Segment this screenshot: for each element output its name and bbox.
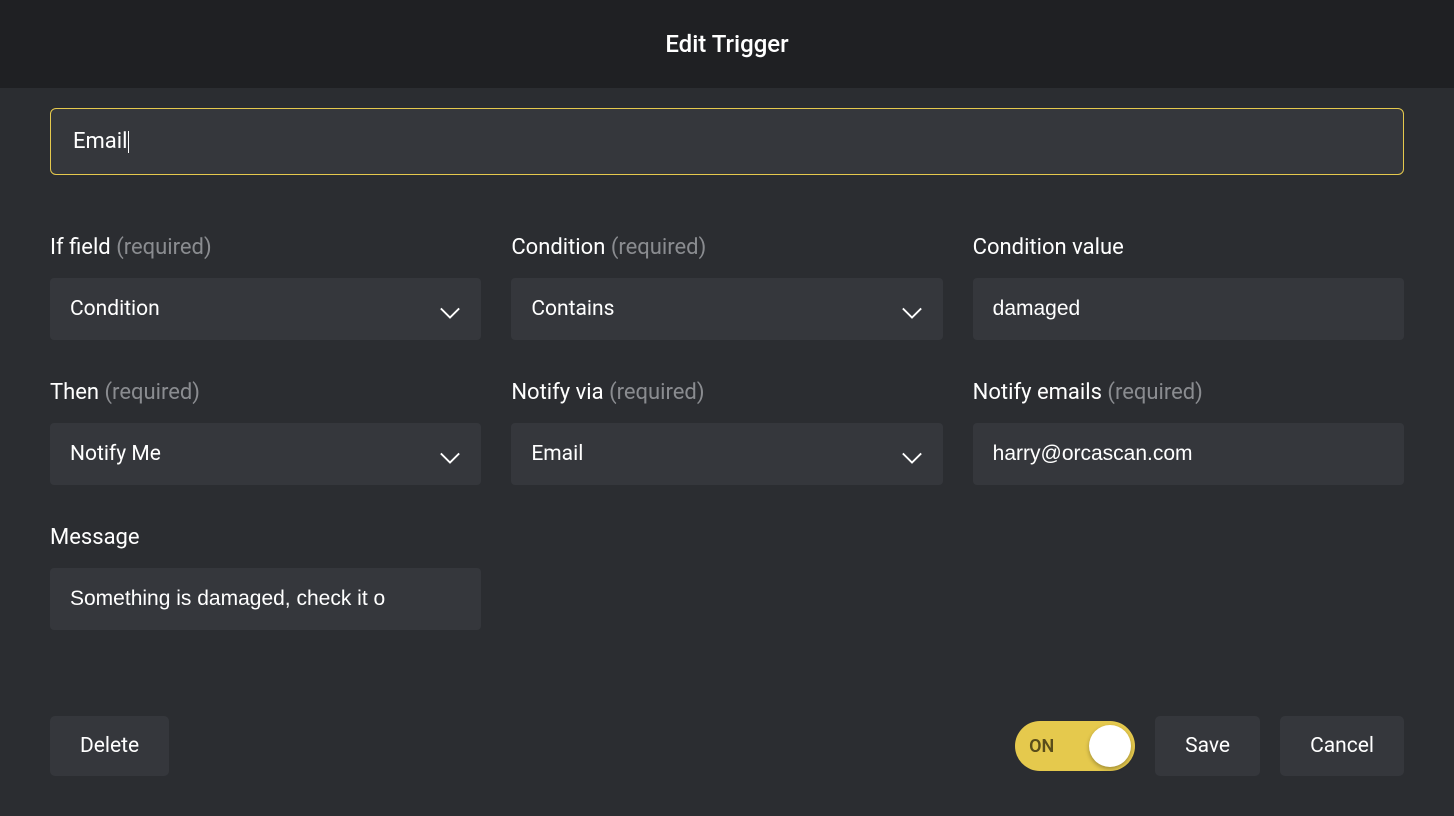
footer-left: Delete [50,716,169,776]
chevron-down-icon [439,447,461,461]
if-field-dropdown[interactable]: Condition [50,278,481,340]
then-label: Then (required) [50,380,481,405]
modal-header: Edit Trigger [0,0,1454,88]
notify-via-dropdown[interactable]: Email [511,423,942,485]
message-label: Message [50,525,481,550]
message-row: Message [50,525,1404,630]
trigger-name-input[interactable]: Email [50,108,1404,175]
then-dropdown[interactable]: Notify Me [50,423,481,485]
chevron-down-icon [439,302,461,316]
modal-body: Email If field (required) Condition Con [0,88,1454,816]
message-input[interactable] [50,568,481,630]
edit-trigger-modal: Edit Trigger Email If field (required) C… [0,0,1454,816]
condition-value: Contains [531,297,614,321]
notify-via-label: Notify via (required) [511,380,942,405]
chevron-down-icon [901,302,923,316]
save-button[interactable]: Save [1155,716,1260,776]
condition-value-label: Condition value [973,235,1404,260]
notify-via-group: Notify via (required) Email [511,380,942,485]
if-field-group: If field (required) Condition [50,235,481,340]
chevron-down-icon [901,447,923,461]
notify-emails-label: Notify emails (required) [973,380,1404,405]
delete-button[interactable]: Delete [50,716,169,776]
text-cursor [128,131,129,153]
enable-toggle[interactable]: ON [1015,721,1135,771]
toggle-knob [1089,725,1131,767]
toggle-label: ON [1029,736,1054,757]
if-field-label: If field (required) [50,235,481,260]
condition-dropdown[interactable]: Contains [511,278,942,340]
then-value: Notify Me [70,442,161,466]
condition-value-input[interactable] [973,278,1404,340]
footer-right: ON Save Cancel [1015,716,1404,776]
footer-row: Delete ON Save Cancel [50,716,1404,776]
form-grid: If field (required) Condition Condition … [50,235,1404,485]
modal-title: Edit Trigger [0,30,1454,58]
trigger-name-value: Email [73,129,127,154]
message-group: Message [50,525,481,630]
condition-label: Condition (required) [511,235,942,260]
notify-emails-input[interactable] [973,423,1404,485]
notify-via-value: Email [531,442,583,466]
notify-emails-group: Notify emails (required) [973,380,1404,485]
condition-group: Condition (required) Contains [511,235,942,340]
if-field-value: Condition [70,297,160,321]
condition-value-group: Condition value [973,235,1404,340]
cancel-button[interactable]: Cancel [1280,716,1404,776]
then-group: Then (required) Notify Me [50,380,481,485]
